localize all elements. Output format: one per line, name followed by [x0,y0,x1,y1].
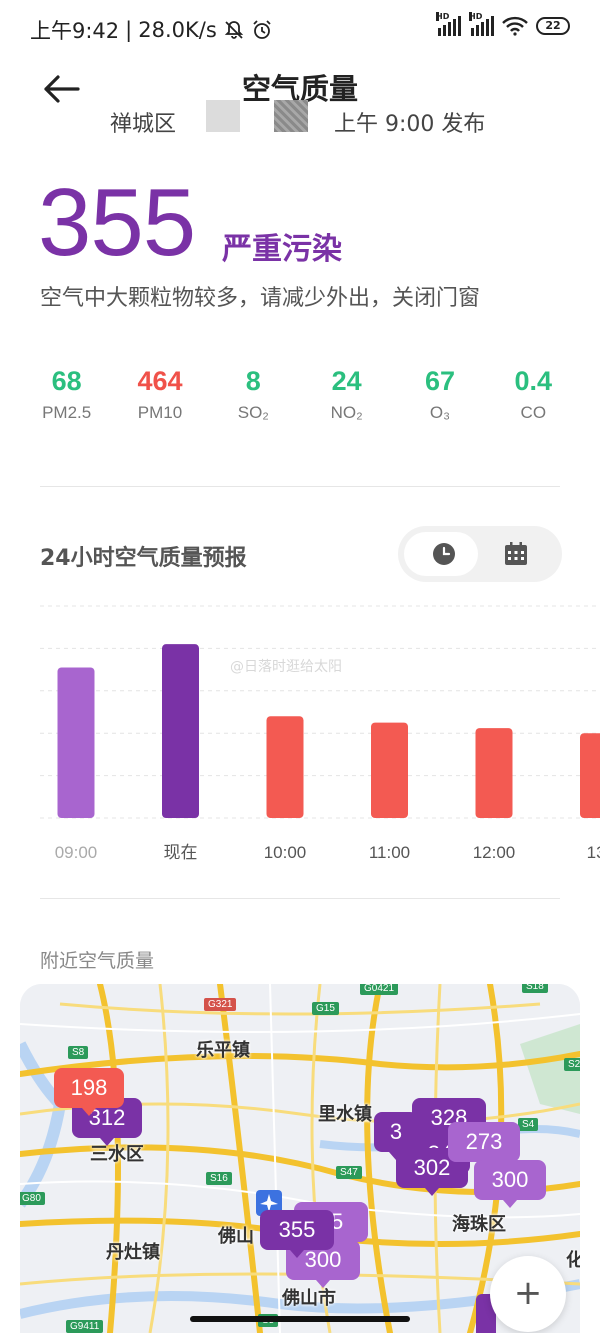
aqi-level: 严重污染 [222,232,342,267]
pollutant-pm10[interactable]: 464 PM10 [113,366,206,436]
aqi-marker[interactable]: 198 [54,1068,124,1116]
hd-label: HD [436,12,450,21]
pollutant-value: 8 [245,366,261,396]
status-separator: | [125,18,133,42]
aqi-advice: 空气中大颗粒物较多，请减少外出，关闭门窗 [40,286,481,311]
wifi-icon [502,16,528,36]
divider [40,486,560,487]
pollutant-name: NO₂ [330,403,363,422]
signal-icon-2: HD [469,12,494,36]
forecast-bar[interactable] [57,667,95,818]
road-tag: S18 [522,984,548,993]
home-indicator[interactable] [190,1316,410,1322]
pollutant-name: SO₂ [237,403,269,422]
road-tag: G15 [312,1002,339,1015]
road-tag: G9411 [66,1320,104,1333]
forecast-title: 24小时空气质量预报 [40,546,247,571]
forecast-bar[interactable] [266,716,304,818]
pollutant-list: 68 PM2.5 464 PM10 8 SO₂ 24 NO₂ 67 O₃ 0.4… [20,366,580,436]
x-tick-label: 11:00 [369,843,410,862]
forecast-bar[interactable] [580,733,600,818]
road-tag: G321 [204,998,237,1011]
divider [40,898,560,899]
status-time: 上午9:42 [30,19,120,43]
pollutant-pm25[interactable]: 68 PM2.5 [20,366,113,436]
x-tick-label: 09:00 [55,843,98,862]
x-tick-label: 10:00 [264,843,307,862]
battery-icon: 22 [536,17,570,35]
status-right: HD HD 22 [436,12,570,36]
pollutant-value: 24 [331,366,362,396]
status-speed: 28.0K/s [138,18,217,42]
pollutant-name: PM2.5 [42,403,92,422]
place-label: 佛山 [218,1226,254,1247]
aqi-marker[interactable]: 273 [448,1122,520,1170]
nearby-title: 附近空气质量 [40,950,155,972]
aqi-marker-current[interactable]: 355 [260,1210,334,1258]
pollutant-value: 0.4 [514,366,553,396]
road-tag: S47 [336,1166,362,1179]
road-tag: S2 [564,1058,580,1071]
pollutant-value: 464 [137,366,183,396]
pollutant-name: O₃ [429,403,451,422]
status-left: 上午9:42 | 28.0K/s [30,15,273,45]
calendar-icon[interactable] [504,542,528,566]
pollutant-co[interactable]: 0.4 CO [487,366,580,436]
redacted-block-mosaic [274,100,308,132]
alarm-icon [253,20,271,39]
clock-icon[interactable] [432,542,456,566]
road-tag: G80 [20,1192,45,1205]
forecast-bar[interactable] [371,722,408,818]
place-label: 里水镇 [318,1104,372,1125]
x-tick-label: 现在 [164,843,198,862]
publish-time: 上午 9:00 发布 [334,112,486,137]
watermark: @日落时逛给太阳 [230,659,342,675]
road-tag: S16 [206,1172,232,1185]
pollutant-name: PM10 [137,403,183,422]
pollutant-so2[interactable]: 8 SO₂ [207,366,300,436]
aqi-value: 355 [38,169,196,276]
pollutant-value: 68 [51,366,82,396]
redacted-block [206,100,240,132]
status-bar: 上午9:42 | 28.0K/s HD HD 22 [0,0,600,58]
place-label: 海珠区 [452,1214,506,1235]
pollutant-no2[interactable]: 24 NO₂ [300,366,393,436]
forecast-bar[interactable] [475,728,513,818]
aqi-marker[interactable]: 300 [474,1160,546,1208]
road-tag: G0421 [360,984,399,995]
road-tag: S4 [518,1118,539,1131]
signal-icon: HD [436,12,461,36]
place-label: 丹灶镇 [106,1242,160,1263]
pollutant-value: 67 [424,366,455,396]
pollutant-o3[interactable]: 67 O₃ [393,366,486,436]
zoom-in-button[interactable]: + [490,1256,566,1332]
forecast-bar-chart: 09:00 现在 10:00 11:00 12:00 13: [40,605,600,862]
district-name: 禅城区 [110,112,177,137]
forecast-bar[interactable] [162,644,199,818]
place-label: 乐平镇 [196,1040,250,1061]
road-tag: S8 [68,1046,89,1059]
pollutant-name: CO [520,403,547,422]
place-label: 化 [566,1250,580,1271]
hd-label-2: HD [469,12,483,21]
x-tick-label: 12:00 [473,843,516,862]
x-tick-label: 13: [587,843,600,862]
place-label: 三水区 [90,1144,144,1165]
bell-mute-icon [224,21,243,39]
view-toggle [398,526,562,582]
